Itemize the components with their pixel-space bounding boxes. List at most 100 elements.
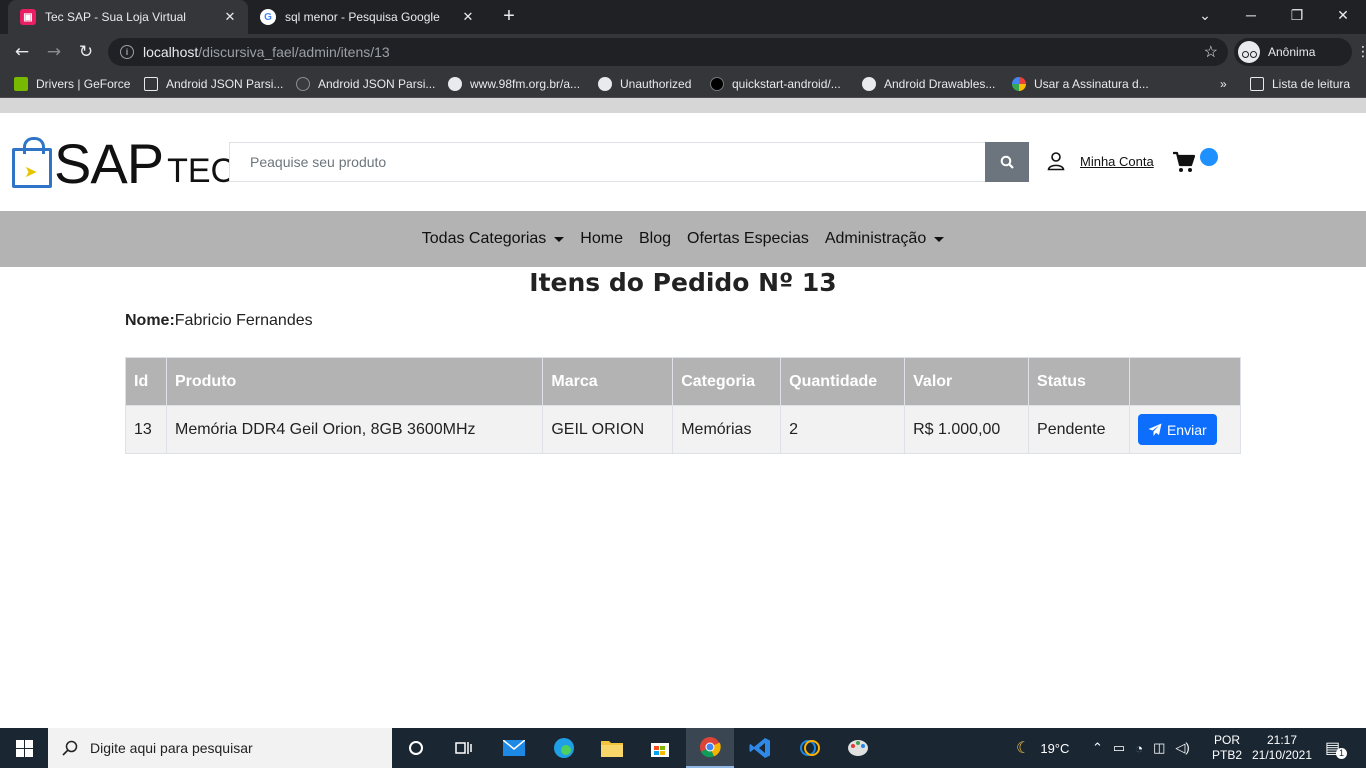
google-favicon-icon: G (260, 9, 276, 25)
table-row: 13 Memória DDR4 Geil Orion, 8GB 3600MHz … (125, 405, 1242, 454)
mail-app-button[interactable] (490, 728, 538, 768)
restore-button[interactable]: ❐ (1274, 0, 1320, 30)
close-tab-icon[interactable]: ✕ (222, 9, 238, 25)
bookmark-item[interactable]: quickstart-android/... (710, 70, 841, 98)
bookmark-item[interactable]: Android Drawables... (862, 70, 995, 98)
bookmark-item[interactable]: Android JSON Parsi... (144, 70, 283, 98)
nav-label: Blog (638, 230, 672, 247)
address-bar[interactable]: i localhost/discursiva_fael/admin/itens/… (108, 38, 1228, 66)
more-bookmarks-icon[interactable]: » (1220, 70, 1227, 98)
bookmark-star-icon[interactable]: ☆ (1204, 42, 1218, 62)
clock-time: 21:17 (1266, 733, 1298, 747)
bookmark-item[interactable]: www.98fm.org.br/a... (448, 70, 580, 98)
tab-google-search[interactable]: G sql menor - Pesquisa Google ✕ (248, 0, 486, 34)
new-tab-button[interactable]: + (498, 6, 520, 28)
bookmark-label: www.98fm.org.br/a... (470, 77, 581, 91)
account-link[interactable]: Minha Conta (1046, 151, 1154, 171)
close-window-button[interactable]: ✕ (1320, 0, 1366, 30)
caret-down-icon (934, 236, 945, 242)
tab-search-chevron-icon[interactable]: ⌄ (1182, 0, 1228, 30)
profile-label: Anônima (1268, 45, 1316, 59)
windows-start-button[interactable] (0, 728, 48, 768)
shopping-cart-icon[interactable] (1172, 150, 1196, 174)
incognito-profile-button[interactable]: Anônima (1234, 38, 1352, 66)
shopping-bag-icon: ➤ (12, 137, 52, 188)
forward-arrow-icon[interactable]: → (40, 38, 68, 66)
bookmark-label: Usar a Assinatura d... (1034, 77, 1149, 91)
notification-count: 1 (1336, 747, 1348, 759)
reading-list-button[interactable]: Lista de leitura (1250, 70, 1350, 98)
bookmark-item[interactable]: Drivers | GeForce (14, 70, 130, 98)
nav-label: Administração (824, 230, 927, 247)
page-title: Itens do Pedido Nº 13 (529, 268, 837, 297)
nav-blog[interactable]: Blog (631, 230, 679, 248)
bookmarks-bar: Drivers | GeForce Android JSON Parsi... … (0, 70, 1366, 98)
language-indicator[interactable]: POR PTB2 (1212, 728, 1242, 768)
notification-center-button[interactable]: ▤ 1 (1324, 728, 1348, 768)
cell-value: R$ 1.000,00 (904, 405, 1030, 454)
close-tab-icon[interactable]: ✕ (460, 9, 476, 25)
table-header-row: Id Produto Marca Categoria Quantidade Va… (125, 357, 1242, 406)
bookmark-item[interactable]: Usar a Assinatura d... (1012, 70, 1149, 98)
url-path: /discursiva_fael/admin/itens/13 (198, 44, 390, 60)
taskbar-search-box[interactable]: Digite aqui para pesquisar (48, 728, 392, 768)
browser-menu-icon[interactable]: ⋮ (1356, 44, 1366, 60)
logo-sub-text: TEC (167, 152, 236, 190)
store-button[interactable] (636, 728, 684, 768)
caret-down-icon (554, 236, 565, 242)
cell-brand: GEIL ORION (542, 405, 674, 454)
customer-label: Nome: (125, 312, 175, 329)
cortana-icon (409, 741, 423, 755)
lang-top: POR (1214, 733, 1241, 747)
triangle-icon (144, 77, 158, 91)
browser-tab-strip: ▣ Tec SAP - Sua Loja Virtual ✕ G sql men… (0, 0, 1366, 34)
edge-browser-button[interactable] (540, 728, 588, 768)
site-info-icon[interactable]: i (120, 45, 134, 59)
minimize-button[interactable]: ─ (1228, 0, 1274, 30)
send-button-label: Enviar (1166, 421, 1207, 438)
search-button[interactable] (985, 142, 1029, 182)
back-arrow-icon[interactable]: ← (8, 38, 36, 66)
column-header-status: Status (1028, 357, 1130, 406)
nav-all-categories[interactable]: Todas Categorias (414, 230, 573, 248)
paint-app-button[interactable] (834, 728, 882, 768)
task-view-button[interactable] (440, 728, 488, 768)
app-button[interactable] (786, 728, 834, 768)
weather-temp: 19°C (1040, 740, 1070, 756)
chrome-taskbar-button[interactable] (686, 728, 734, 768)
nav-home[interactable]: Home (572, 230, 631, 248)
send-button[interactable]: Enviar (1137, 414, 1217, 445)
user-icon (1047, 152, 1065, 171)
github-icon (862, 77, 876, 91)
site-logo[interactable]: ➤ SAP TEC (12, 136, 236, 192)
paint-palette-icon (848, 740, 868, 756)
system-tray-icons[interactable]: ⌃ ▭ ◔ ◫ ◁) (1092, 728, 1190, 768)
search-input[interactable] (230, 143, 985, 181)
browser-toolbar: ← → ↻ i localhost/discursiva_fael/admin/… (0, 34, 1366, 70)
store-bag-icon (651, 743, 669, 757)
cell-status: Pendente (1028, 405, 1130, 454)
file-explorer-button[interactable] (588, 728, 636, 768)
account-label: Minha Conta (1080, 153, 1154, 169)
cell-category: Memórias (672, 405, 782, 454)
nav-special-offers[interactable]: Ofertas Especias (679, 230, 817, 248)
column-header-value: Valor (904, 357, 1030, 406)
vscode-button[interactable] (736, 728, 784, 768)
reading-list-icon (1250, 77, 1264, 91)
bookmark-item[interactable]: Android JSON Parsi... (296, 70, 435, 98)
bookmark-label: Android JSON Parsi... (318, 77, 436, 91)
bookmark-item[interactable]: Unauthorized (598, 70, 691, 98)
customer-info: Nome:Fabricio Fernandes (125, 312, 313, 330)
product-search (229, 142, 1029, 182)
reload-icon[interactable]: ↻ (72, 38, 100, 66)
column-header-quantity: Quantidade (780, 357, 906, 406)
nav-administration[interactable]: Administração (817, 230, 952, 248)
cell-id: 13 (125, 405, 167, 454)
cortana-button[interactable] (392, 728, 440, 768)
tab-title: sql menor - Pesquisa Google (285, 10, 440, 24)
weather-widget[interactable]: ☾ 19°C (1016, 728, 1069, 768)
clock[interactable]: 21:17 21/10/2021 (1248, 728, 1316, 768)
chrome-icon (700, 737, 721, 758)
app-rings-icon (800, 740, 820, 756)
tab-tec-sap[interactable]: ▣ Tec SAP - Sua Loja Virtual ✕ (8, 0, 248, 34)
